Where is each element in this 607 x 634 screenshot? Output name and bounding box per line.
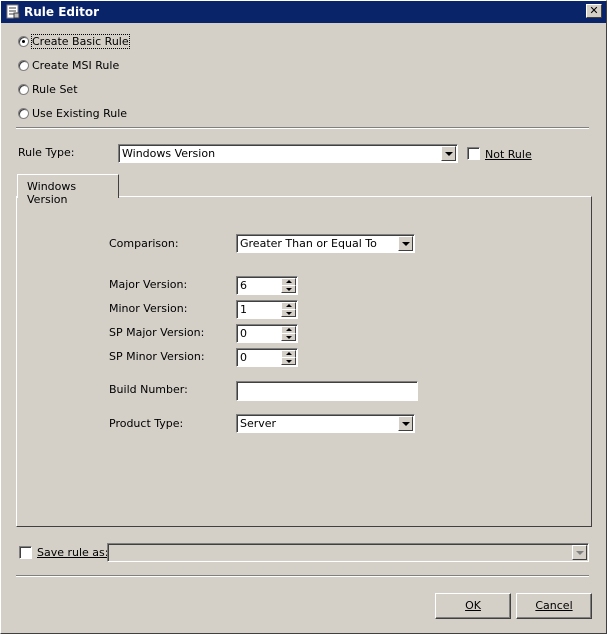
not-rule-checkbox[interactable] — [467, 147, 480, 160]
rule-editor-window: Rule Editor ✕ Create Basic Rule Create M… — [0, 0, 607, 634]
stepper-buttons — [281, 302, 296, 317]
tab-label: Windows Version — [27, 180, 77, 206]
radio-label-use-existing-rule: Use Existing Rule — [32, 106, 128, 120]
chevron-down-icon[interactable] — [398, 236, 413, 251]
spin-down-icon[interactable] — [281, 357, 296, 365]
save-rule-checkbox[interactable] — [19, 546, 32, 559]
rule-type-select[interactable]: Windows Version — [118, 144, 458, 163]
product-type-label: Product Type: — [109, 417, 184, 430]
stepper-buttons — [281, 326, 296, 341]
title-bar[interactable]: Rule Editor ✕ — [1, 1, 606, 23]
minor-version-value: 1 — [240, 303, 247, 316]
chevron-down-icon[interactable] — [441, 146, 456, 161]
stepper-buttons — [281, 350, 296, 365]
radio-label-create-msi-rule: Create MSI Rule — [32, 58, 120, 72]
radio-label-create-basic-rule: Create Basic Rule — [31, 33, 130, 49]
spin-down-icon[interactable] — [281, 333, 296, 341]
radio-create-basic-rule[interactable]: Create Basic Rule — [18, 33, 130, 49]
stepper-buttons — [281, 278, 296, 293]
comparison-label: Comparison: — [109, 237, 179, 250]
product-type-value: Server — [240, 417, 277, 430]
comparison-select[interactable]: Greater Than or Equal To — [236, 234, 415, 253]
major-version-value: 6 — [240, 279, 247, 292]
sp-minor-version-stepper[interactable]: 0 — [236, 348, 298, 367]
sp-minor-version-label: SP Minor Version: — [109, 350, 205, 363]
spin-down-icon[interactable] — [281, 285, 296, 293]
cancel-button-label: Cancel — [535, 599, 573, 612]
window-title: Rule Editor — [24, 5, 100, 19]
product-type-select[interactable]: Server — [236, 414, 415, 433]
spin-down-icon[interactable] — [281, 309, 296, 317]
radio-button[interactable] — [18, 107, 29, 119]
major-version-label: Major Version: — [109, 278, 188, 291]
radio-button[interactable] — [18, 59, 29, 71]
separator-bottom — [16, 575, 589, 577]
save-rule-label-text: Save rule as: — [37, 546, 109, 559]
radio-rule-set[interactable]: Rule Set — [18, 81, 78, 97]
save-rule-label[interactable]: Save rule as: — [37, 546, 109, 559]
radio-create-msi-rule[interactable]: Create MSI Rule — [18, 57, 119, 73]
not-rule-label[interactable]: Not Rule — [485, 148, 532, 161]
sp-major-version-label: SP Major Version: — [109, 326, 205, 339]
sp-minor-version-value: 0 — [240, 351, 247, 364]
build-number-input[interactable] — [236, 381, 418, 401]
radio-use-existing-rule[interactable]: Use Existing Rule — [18, 105, 127, 121]
sp-major-version-value: 0 — [240, 327, 247, 340]
radio-button[interactable] — [18, 83, 29, 95]
major-version-stepper[interactable]: 6 — [236, 276, 298, 295]
minor-version-stepper[interactable]: 1 — [236, 300, 298, 319]
rule-type-value: Windows Version — [122, 147, 216, 160]
minor-version-label: Minor Version: — [109, 302, 188, 315]
tab-windows-version[interactable]: Windows Version — [17, 174, 119, 206]
build-number-label: Build Number: — [109, 383, 188, 396]
ok-button[interactable]: OK — [435, 593, 511, 619]
rule-editor-app-icon — [6, 4, 20, 19]
radio-button-selected[interactable] — [18, 35, 29, 47]
sp-major-version-stepper[interactable]: 0 — [236, 324, 298, 343]
radio-label-rule-set: Rule Set — [32, 82, 78, 96]
chevron-down-icon[interactable] — [572, 545, 587, 560]
comparison-value: Greater Than or Equal To — [240, 237, 377, 250]
chevron-down-icon[interactable] — [398, 416, 413, 431]
save-rule-select[interactable] — [107, 543, 589, 562]
close-icon[interactable]: ✕ — [586, 4, 602, 18]
ok-button-label: OK — [465, 599, 481, 612]
rule-type-label: Rule Type: — [18, 146, 75, 159]
cancel-button[interactable]: Cancel — [516, 593, 592, 619]
separator-top — [16, 127, 589, 129]
